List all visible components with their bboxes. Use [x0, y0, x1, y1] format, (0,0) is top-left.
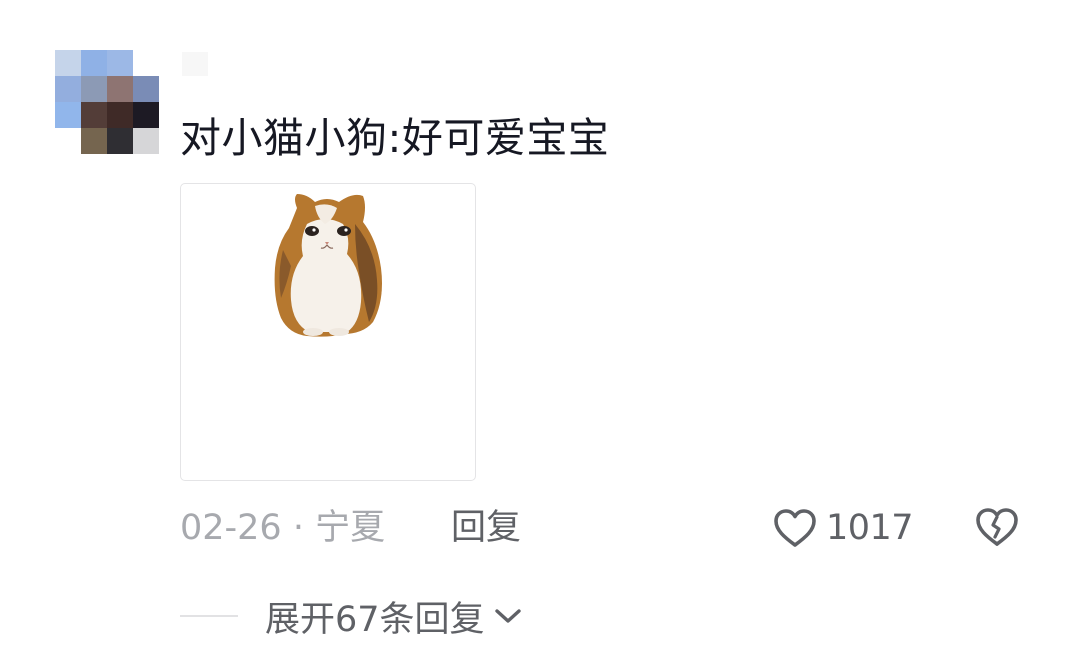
comment-date-location: 02-26 · 宁夏	[180, 508, 386, 548]
expand-replies: 展开67条回复	[180, 588, 600, 644]
username-hidden[interactable]	[182, 52, 208, 76]
avatar[interactable]	[55, 50, 159, 154]
broken-heart-icon	[976, 508, 1018, 546]
comment-meta: 02-26 · 宁夏 回复 1017	[180, 500, 1040, 556]
expand-replies-label: 展开67条回复	[265, 599, 485, 640]
divider-line	[180, 615, 238, 617]
reply-button[interactable]: 回复	[451, 500, 521, 556]
like-button[interactable]: 1017	[772, 506, 914, 550]
chevron-down-icon	[494, 609, 521, 623]
sticker-card[interactable]	[180, 183, 476, 481]
expand-replies-button[interactable]: 展开67条回复	[265, 588, 523, 644]
dislike-button[interactable]	[974, 506, 1020, 550]
heart-outline-icon	[774, 509, 816, 547]
like-count: 1017	[826, 508, 914, 548]
comment-text: 对小猫小狗:好可爱宝宝	[180, 114, 610, 162]
cat-sticker	[274, 194, 382, 337]
